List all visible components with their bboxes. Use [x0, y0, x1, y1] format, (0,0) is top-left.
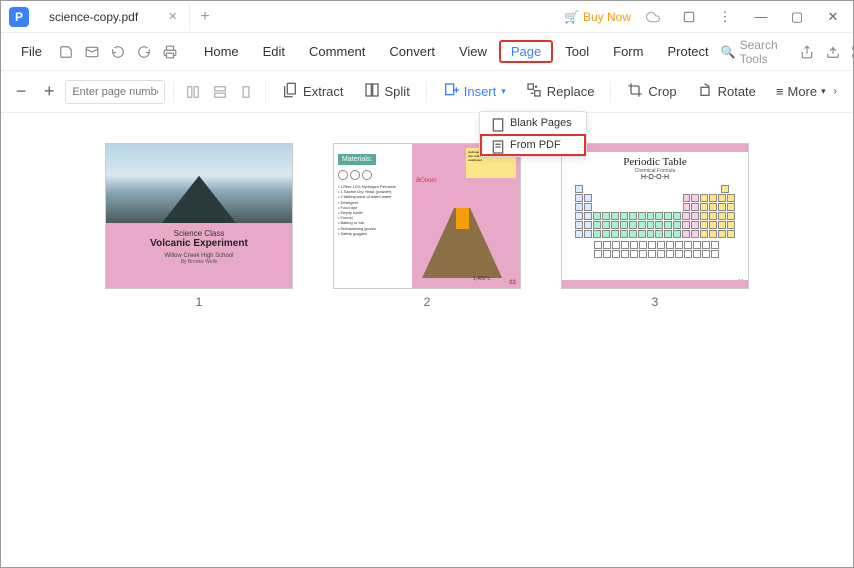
rotate-icon — [697, 82, 713, 101]
menu-form[interactable]: Form — [601, 40, 655, 63]
expand-icon[interactable] — [848, 40, 854, 64]
search-icon: 🔍 — [721, 45, 736, 59]
layout-icon-2[interactable] — [209, 80, 231, 104]
more-button[interactable]: ≡ More ▾ › — [768, 80, 845, 103]
page-number-3: 3 — [652, 295, 659, 309]
undo-icon[interactable] — [106, 40, 130, 64]
menu-protect[interactable]: Protect — [655, 40, 720, 63]
page-number-2: 2 — [424, 295, 431, 309]
minimize-icon[interactable]: — — [747, 5, 775, 29]
upload-cloud-icon[interactable] — [823, 40, 842, 64]
page-toolbar: − + Extract Split Insert ▾ Replace Crop … — [1, 71, 853, 113]
app-icon: P — [9, 7, 29, 27]
maximize-icon[interactable]: ▢ — [783, 5, 811, 29]
close-tab-icon[interactable]: ✕ — [168, 10, 177, 23]
menu-home[interactable]: Home — [192, 40, 251, 63]
blank-page-icon — [490, 117, 502, 129]
replace-icon — [526, 82, 542, 101]
crop-icon — [627, 82, 643, 101]
menu-tool[interactable]: Tool — [553, 40, 601, 63]
replace-button[interactable]: Replace — [518, 78, 603, 105]
cloud-icon[interactable] — [639, 5, 667, 29]
menu-edit[interactable]: Edit — [251, 40, 297, 63]
zoom-in-button[interactable]: + — [37, 79, 61, 105]
page-number-input[interactable] — [65, 80, 165, 104]
more-icon: ≡ — [776, 84, 784, 99]
dropdown-from-pdf[interactable]: From PDF — [480, 134, 586, 156]
insert-button[interactable]: Insert ▾ — [435, 78, 514, 105]
layout-icon-3[interactable] — [235, 80, 257, 104]
extract-button[interactable]: Extract — [274, 78, 351, 105]
split-icon — [364, 82, 380, 101]
dropdown-blank-pages[interactable]: Blank Pages — [480, 112, 586, 134]
menu-view[interactable]: View — [447, 40, 499, 63]
extract-icon — [282, 82, 298, 101]
kebab-menu-icon[interactable]: ⋮ — [711, 5, 739, 29]
menu-page[interactable]: Page — [499, 40, 553, 63]
crop-button[interactable]: Crop — [619, 78, 684, 105]
insert-dropdown: Blank Pages From PDF — [479, 111, 587, 157]
menu-comment[interactable]: Comment — [297, 40, 377, 63]
chevron-down-icon: ▾ — [821, 86, 826, 97]
page-thumb-2[interactable]: Materials: • 125ml 10% Hydrogen Peroxide… — [333, 143, 521, 309]
menu-convert[interactable]: Convert — [377, 40, 447, 63]
periodic-table-graphic — [575, 185, 735, 258]
mail-icon[interactable] — [80, 40, 104, 64]
save-icon[interactable] — [54, 40, 78, 64]
titlebar: P science-copy.pdf ✕ + 🛒 Buy Now ⋮ — ▢ ✕ — [1, 1, 853, 33]
layout-icon-1[interactable] — [182, 80, 204, 104]
document-tab[interactable]: science-copy.pdf ✕ — [37, 3, 190, 31]
menu-file[interactable]: File — [9, 40, 54, 63]
tab-title: science-copy.pdf — [49, 10, 138, 24]
page-number-1: 1 — [196, 295, 203, 309]
redo-icon[interactable] — [132, 40, 156, 64]
cart-icon: 🛒 — [564, 10, 579, 24]
split-button[interactable]: Split — [356, 78, 418, 105]
chevron-right-icon: › — [834, 86, 837, 97]
thumbnail-area: Science Class Volcanic Experiment Willow… — [1, 113, 853, 567]
new-tab-button[interactable]: + — [190, 8, 219, 26]
zoom-out-button[interactable]: − — [9, 79, 33, 105]
chevron-down-icon: ▾ — [501, 86, 506, 97]
menubar: File Home Edit Comment Convert View Page… — [1, 33, 853, 71]
from-pdf-icon — [490, 139, 502, 151]
page-thumb-1[interactable]: Science Class Volcanic Experiment Willow… — [105, 143, 293, 309]
print-icon[interactable] — [158, 40, 182, 64]
close-window-icon[interactable]: ✕ — [819, 5, 847, 29]
search-tools[interactable]: 🔍 Search Tools — [721, 38, 792, 66]
share-icon[interactable] — [798, 40, 817, 64]
buy-now-button[interactable]: 🛒 Buy Now — [564, 10, 631, 24]
page-thumb-3[interactable]: Periodic Table Chemical Formula H-O-O-H … — [561, 143, 749, 309]
app-square-icon[interactable] — [675, 5, 703, 29]
insert-icon — [443, 82, 459, 101]
rotate-button[interactable]: Rotate — [689, 78, 764, 105]
